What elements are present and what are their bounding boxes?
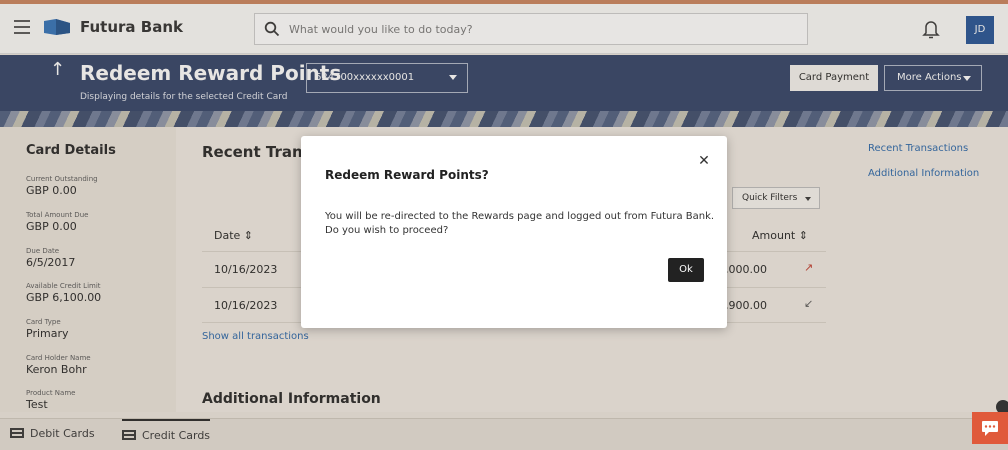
- dialog-message: You will be re-directed to the Rewards p…: [325, 211, 715, 236]
- ok-button[interactable]: Ok: [668, 258, 704, 282]
- redeem-reward-points-dialog: ✕ Redeem Reward Points? You will be re-d…: [301, 136, 727, 328]
- chat-icon: [982, 421, 998, 436]
- chat-button[interactable]: [972, 412, 1008, 444]
- close-icon[interactable]: ✕: [697, 154, 711, 168]
- dialog-title: Redeem Reward Points?: [325, 168, 489, 182]
